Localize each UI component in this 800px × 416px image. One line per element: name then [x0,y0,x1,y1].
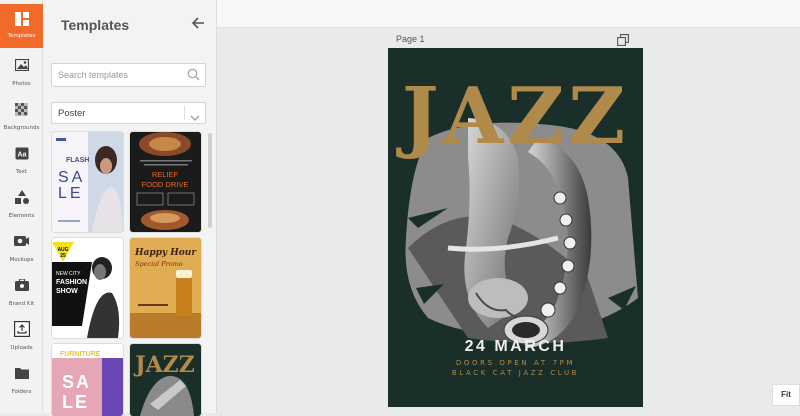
rail-label: Photos [12,81,31,87]
chevron-down-icon [190,109,200,127]
template-text: SA [58,169,85,186]
template-preview: Happy Hour Special Promo [130,238,201,338]
uploads-icon [13,321,30,337]
template-preview: FURNITURE SA LE [52,344,123,416]
template-card-furniture-sale[interactable]: FURNITURE SA LE [52,344,123,416]
rail-item-brand-kit[interactable]: Brand Kit [0,270,43,314]
rail-item-elements[interactable]: Elements [0,182,43,226]
template-card-flash-sale[interactable]: FLASH SA LE [52,132,123,232]
rail-item-mockups[interactable]: Mockups [0,226,43,270]
template-text: 25 [60,253,66,259]
rail-label: Backgrounds [3,125,40,131]
left-rail: Templates Photos Backgrounds Aa Text Ele… [0,0,43,413]
template-text: FOOD DRIVE [142,180,189,189]
rail-item-folders[interactable]: Folders [0,358,43,402]
search-input[interactable] [58,64,183,86]
template-text: RELIEF [152,170,179,179]
page-label: Page 1 [396,34,425,44]
template-text: Happy Hour [134,248,197,258]
category-value: Poster [58,108,86,119]
rail-label: Mockups [9,257,34,263]
rail-label: Brand Kit [8,301,35,307]
template-preview: AUG 25 NEW CITY FASHION SHOW [52,238,123,338]
template-preview: RELIEF FOOD DRIVE [130,132,201,232]
template-card-relief-food-drive[interactable]: RELIEF FOOD DRIVE [130,132,201,232]
rail-item-templates[interactable]: Templates [0,4,43,48]
template-text: LE [62,392,89,412]
rail-item-backgrounds[interactable]: Backgrounds [0,94,43,138]
rail-label: Folders [11,389,32,395]
folders-icon [14,365,30,381]
template-text: NEW CITY [56,271,81,277]
back-arrow-icon[interactable] [191,16,207,32]
template-card-happy-hour[interactable]: Happy Hour Special Promo [130,238,201,338]
select-divider [184,106,185,120]
template-text: Special Promo [135,260,183,268]
rail-item-text[interactable]: Aa Text [0,138,43,182]
poster-headline[interactable]: JAZZ [388,78,643,156]
mockups-icon [14,233,30,249]
template-text: SA [62,372,91,392]
text-icon: Aa [14,145,30,161]
search-box [51,63,206,87]
templates-icon [14,11,30,27]
poster-date[interactable]: 24 MARCH [388,338,643,356]
poster-doors-text[interactable]: DOORS OPEN AT 7PM [388,359,643,367]
svg-text:Aa: Aa [17,151,26,158]
elements-icon [14,189,30,205]
rail-label: Elements [8,213,35,219]
poster-venue-text[interactable]: BLACK CAT JAZZ CLUB [388,369,643,377]
rail-item-uploads[interactable]: Uploads [0,314,43,358]
panel-scrollbar[interactable] [208,133,212,228]
fit-button[interactable]: Fit [772,384,800,406]
rail-label: Uploads [10,345,33,351]
template-preview: FLASH SA LE [52,132,123,232]
template-text: JAZZ [133,352,195,378]
template-text: FASHION [56,279,87,286]
panel-title: Templates [61,17,130,33]
template-text: FURNITURE [60,351,101,358]
category-select[interactable]: Poster [51,102,206,124]
brand-kit-icon [14,277,30,293]
search-icon[interactable] [187,68,200,86]
rail-label: Text [15,169,28,175]
template-preview: JAZZ [130,344,201,416]
template-card-jazz[interactable]: JAZZ [130,344,201,416]
backgrounds-icon [14,101,30,117]
template-card-fashion-show[interactable]: AUG 25 NEW CITY FASHION SHOW [52,238,123,338]
template-text: SHOW [56,288,78,295]
templates-panel: Templates Poster FLASH SA LE [43,0,217,416]
rail-label: Templates [7,33,36,39]
top-toolbar [217,0,800,28]
template-text: LE [58,185,84,202]
template-text: FLASH [66,157,89,164]
rail-item-photos[interactable]: Photos [0,50,43,94]
poster-canvas[interactable]: JAZZ 24 MARCH DOORS OPEN AT 7PM BLACK CA… [388,48,643,407]
photos-icon [14,57,30,73]
